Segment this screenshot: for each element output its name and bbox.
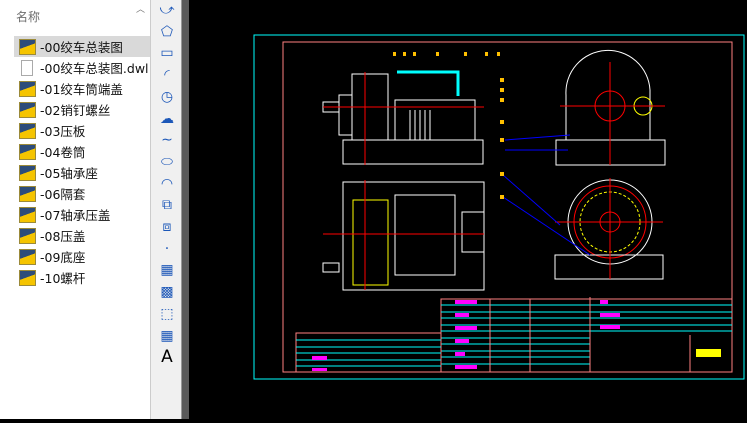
side-view (555, 49, 666, 166)
arc-icon[interactable]: ◜ (156, 65, 178, 85)
file-list-item[interactable]: -07轴承压盖 (14, 204, 150, 225)
file-list-item[interactable]: -10螺杆 (14, 267, 150, 288)
spline-icon[interactable]: ∼ (156, 130, 178, 150)
mtext-icon[interactable]: A (156, 347, 178, 367)
file-name: -06隔套 (40, 187, 86, 202)
dwg-file-icon (19, 38, 36, 55)
dwg-file-icon (19, 248, 36, 265)
file-name: -05轴承座 (40, 166, 98, 181)
cad-drawing (253, 34, 745, 380)
point-icon[interactable]: · (156, 239, 178, 259)
file-name: -07轴承压盖 (40, 208, 111, 223)
file-name: -09底座 (40, 250, 86, 265)
gradient-icon[interactable]: ▩ (156, 282, 178, 302)
file-list-panel: 名称 ︿ -00绞车总装图 -00绞车总装图.dwl -01绞车筒端盖 -02销钉螺丝… (0, 0, 150, 419)
revision-cloud-icon[interactable]: ☁ (156, 109, 178, 129)
generic-file-icon (21, 59, 33, 76)
file-name: -01绞车筒端盖 (40, 82, 123, 97)
file-name: -08压盖 (40, 229, 86, 244)
polygon-icon[interactable]: ⬠ (156, 22, 178, 42)
toolbar-scrollbar[interactable] (181, 0, 189, 419)
dwg-file-icon (19, 227, 36, 244)
file-list-item[interactable]: -05轴承座 (14, 162, 150, 183)
file-list-item[interactable]: -03压板 (14, 120, 150, 141)
dwg-file-icon (19, 269, 36, 286)
file-list-item[interactable]: -06隔套 (14, 183, 150, 204)
hatch-icon[interactable]: ▦ (156, 260, 178, 280)
make-block-icon[interactable]: ⧈ (156, 217, 178, 237)
circle-icon[interactable]: ◷ (156, 87, 178, 107)
file-name: -00绞车总装图 (40, 40, 123, 55)
file-name: -04卷筒 (40, 145, 86, 160)
dwg-file-icon (19, 185, 36, 202)
dwg-file-icon (19, 101, 36, 118)
table-icon[interactable]: ▦ (156, 326, 178, 346)
dwg-file-icon (19, 143, 36, 160)
file-name: -00绞车总装图.dwl (40, 61, 149, 76)
region-icon[interactable]: ⬚ (156, 304, 178, 324)
dwg-file-icon (19, 80, 36, 97)
insert-block-icon[interactable]: ⧉ (156, 195, 178, 215)
dwg-file-icon (19, 164, 36, 181)
file-name: -03压板 (40, 124, 86, 139)
draw-toolbar: ⤻ ⬠ ▭ ◜ ◷ ☁ ∼ ⬭ ◠ ⧉ ⧈ · ▦ ▩ ⬚ ▦ A (150, 0, 181, 419)
file-name: -02销钉螺丝 (40, 103, 111, 118)
ellipse-icon[interactable]: ⬭ (156, 152, 178, 172)
polyline-icon[interactable]: ⤻ (156, 0, 178, 20)
rectangle-icon[interactable]: ▭ (156, 43, 178, 63)
file-list-item[interactable]: -02销钉螺丝 (14, 99, 150, 120)
outer-frame (253, 34, 745, 380)
section-view (554, 178, 664, 280)
plan-view (322, 180, 485, 291)
file-list-item[interactable]: -01绞车筒端盖 (14, 78, 150, 99)
parts-list-table (295, 297, 733, 373)
file-list-item[interactable]: -09底座 (14, 246, 150, 267)
dwg-file-icon (19, 206, 36, 223)
file-list-item[interactable]: -04卷筒 (14, 141, 150, 162)
inner-border (282, 41, 733, 373)
dwg-file-icon (19, 122, 36, 139)
ellipse-arc-icon[interactable]: ◠ (156, 174, 178, 194)
file-name: -10螺杆 (40, 271, 86, 286)
file-list-item[interactable]: -00绞车总装图 (14, 36, 150, 57)
sort-chevron-up-icon[interactable]: ︿ (136, 2, 145, 15)
column-header-name[interactable]: 名称 (16, 8, 40, 25)
file-list-item[interactable]: -08压盖 (14, 225, 150, 246)
drawing-canvas[interactable] (189, 0, 747, 419)
front-view (322, 70, 484, 165)
file-list-item[interactable]: -00绞车总装图.dwl (14, 57, 150, 78)
